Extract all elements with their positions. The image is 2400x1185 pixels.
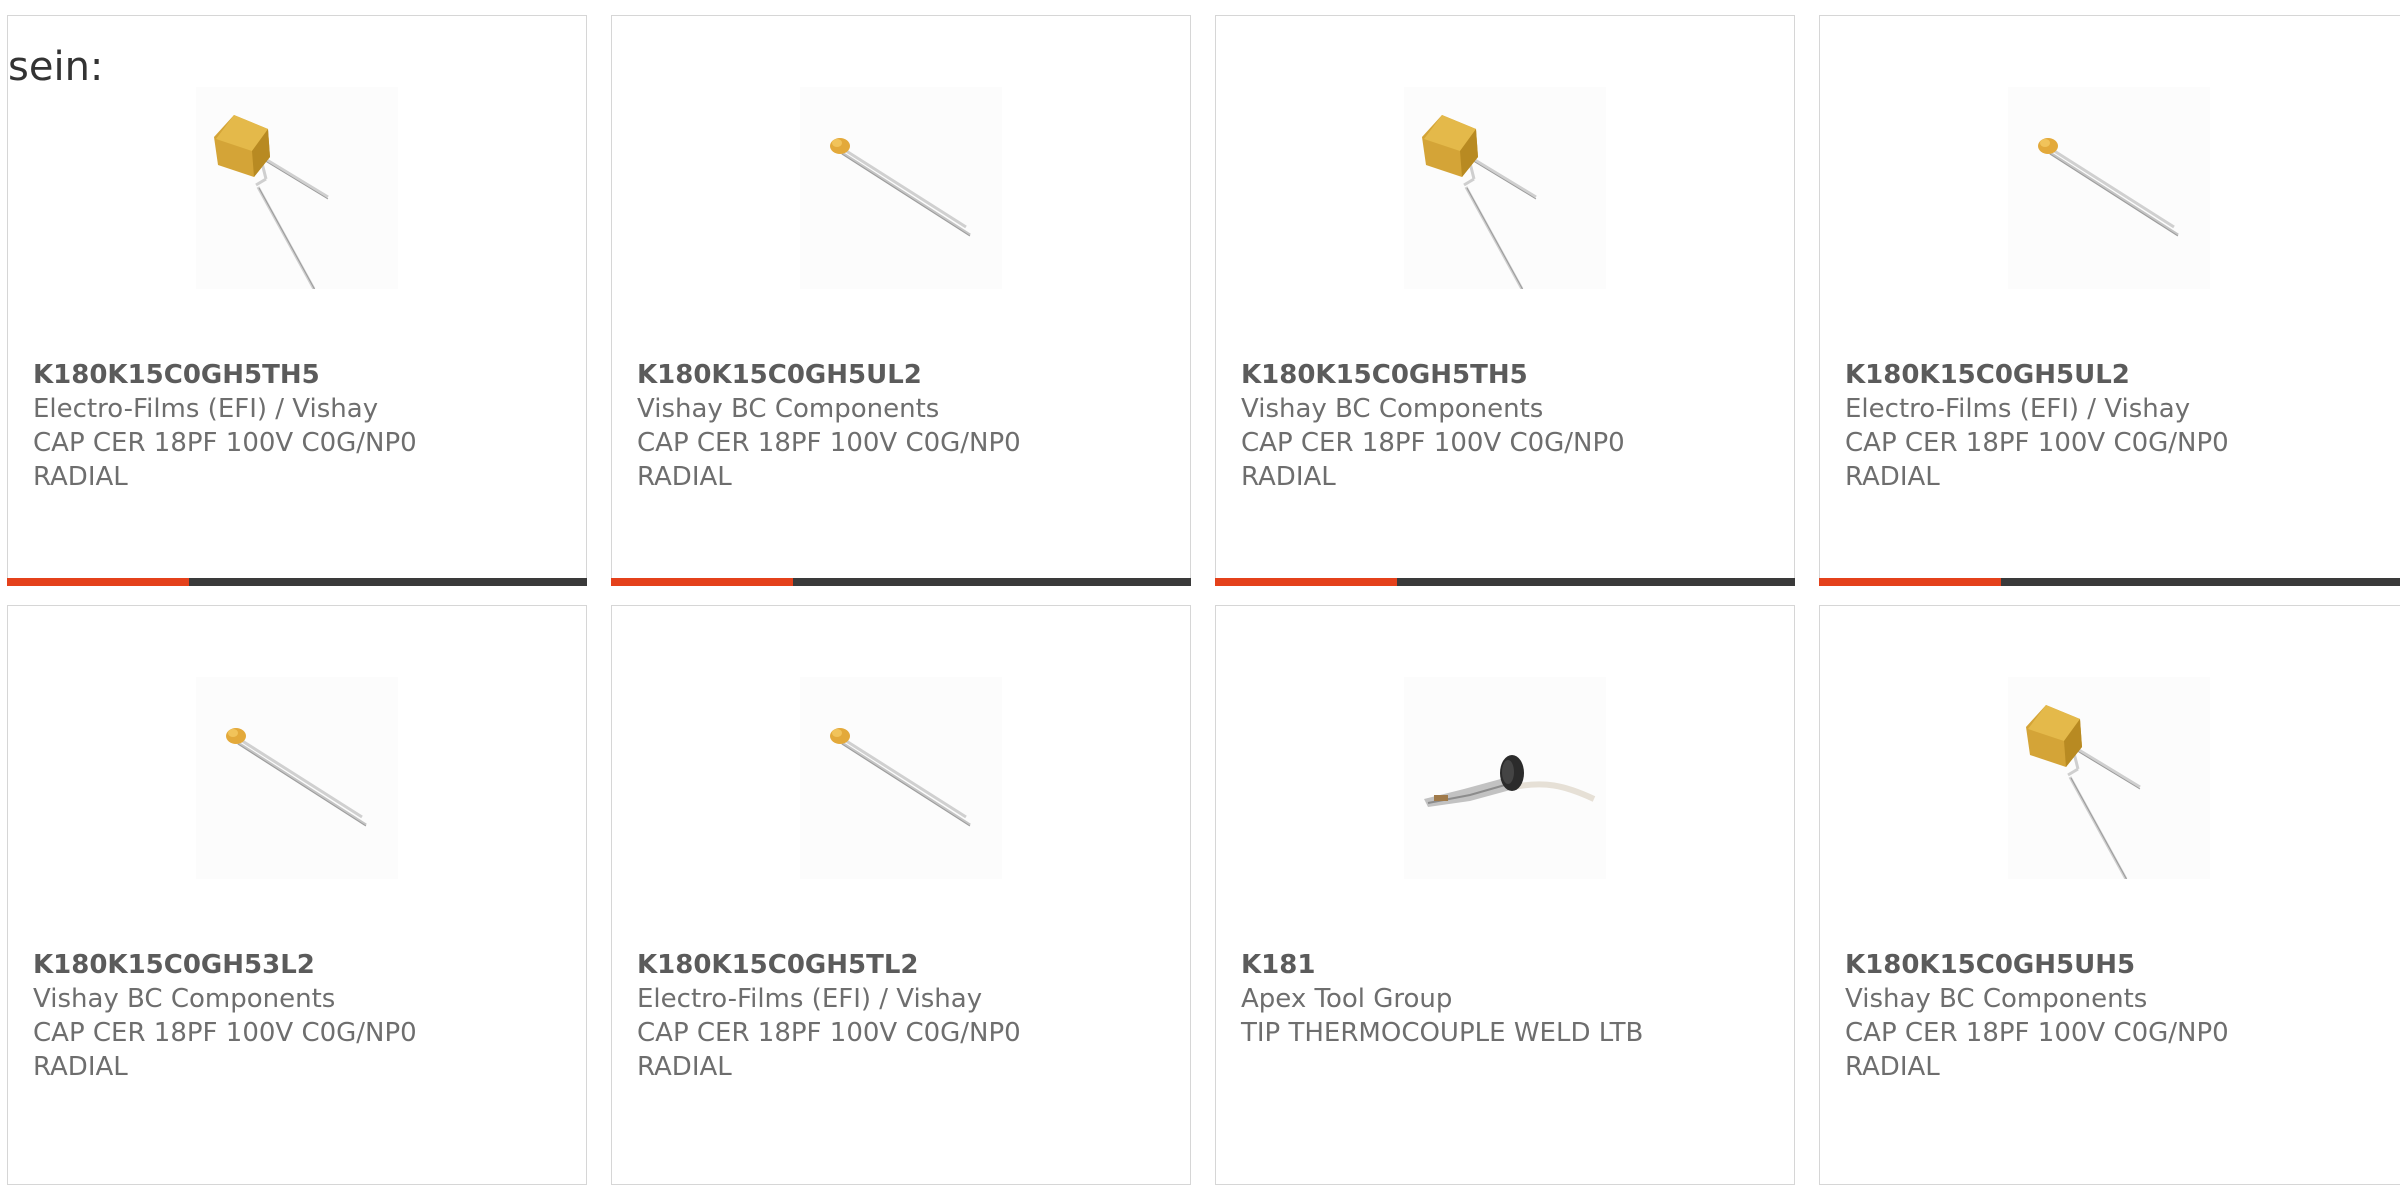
description-line2: RADIAL: [1845, 1052, 1940, 1082]
card-accent: [1215, 578, 1397, 586]
product-card[interactable]: K180K15C0GH5UL2 Electro-Films (EFI) / Vi…: [1819, 15, 2400, 586]
description-line1: CAP CER 18PF 100V C0G/NP0: [1845, 428, 2229, 458]
card-footer-bar: [611, 578, 1191, 586]
product-card[interactable]: K180K15C0GH53L2 Vishay BC Components CAP…: [7, 605, 587, 1185]
part-number[interactable]: K181: [1241, 948, 1774, 982]
product-card[interactable]: K180K15C0GH5TH5 Vishay BC Components CAP…: [1215, 15, 1795, 586]
part-number[interactable]: K180K15C0GH5TH5: [1241, 358, 1774, 392]
manufacturer: Vishay BC Components: [33, 984, 336, 1014]
description-line1: CAP CER 18PF 100V C0G/NP0: [1241, 428, 1625, 458]
box-capacitor-image[interactable]: [2008, 677, 2210, 879]
card-accent: [7, 578, 189, 586]
bead-capacitor-image[interactable]: [800, 87, 1002, 289]
description-line2: RADIAL: [1845, 462, 1940, 492]
description-line2: RADIAL: [637, 462, 732, 492]
part-number[interactable]: K180K15C0GH5UL2: [1845, 358, 2381, 392]
product-card[interactable]: K180K15C0GH5UL2 Vishay BC Components CAP…: [611, 15, 1191, 586]
manufacturer: Vishay BC Components: [1845, 984, 2148, 1014]
description-line1: CAP CER 18PF 100V C0G/NP0: [33, 428, 417, 458]
description-line1: CAP CER 18PF 100V C0G/NP0: [637, 428, 1021, 458]
product-card[interactable]: K180K15C0GH5TH5 Electro-Films (EFI) / Vi…: [7, 15, 587, 586]
bead-capacitor-image[interactable]: [800, 677, 1002, 879]
thermocouple-tip-image[interactable]: [1404, 677, 1606, 879]
bead-capacitor-image[interactable]: [196, 677, 398, 879]
description-line1: TIP THERMOCOUPLE WELD LTB: [1241, 1018, 1644, 1048]
manufacturer: Electro-Films (EFI) / Vishay: [637, 984, 983, 1014]
intro-text: sein:: [8, 44, 104, 90]
card-footer-bar: [1819, 578, 2400, 586]
bead-capacitor-image[interactable]: [2008, 87, 2210, 289]
description-line2: RADIAL: [1241, 462, 1336, 492]
card-footer-bar: [7, 578, 587, 586]
part-number[interactable]: K180K15C0GH5UL2: [637, 358, 1170, 392]
manufacturer: Apex Tool Group: [1241, 984, 1453, 1014]
description-line1: CAP CER 18PF 100V C0G/NP0: [33, 1018, 417, 1048]
part-number[interactable]: K180K15C0GH5TL2: [637, 948, 1170, 982]
description-line2: RADIAL: [33, 462, 128, 492]
part-number[interactable]: K180K15C0GH5UH5: [1845, 948, 2381, 982]
manufacturer: Vishay BC Components: [1241, 394, 1544, 424]
manufacturer: Electro-Films (EFI) / Vishay: [33, 394, 379, 424]
description-line2: RADIAL: [637, 1052, 732, 1082]
manufacturer: Vishay BC Components: [637, 394, 940, 424]
card-accent: [1819, 578, 2001, 586]
part-number[interactable]: K180K15C0GH5TH5: [33, 358, 566, 392]
description-line1: CAP CER 18PF 100V C0G/NP0: [637, 1018, 1021, 1048]
product-card[interactable]: K180K15C0GH5TL2 Electro-Films (EFI) / Vi…: [611, 605, 1191, 1185]
manufacturer: Electro-Films (EFI) / Vishay: [1845, 394, 2191, 424]
product-card[interactable]: K181 Apex Tool Group TIP THERMOCOUPLE WE…: [1215, 605, 1795, 1185]
description-line2: RADIAL: [33, 1052, 128, 1082]
part-number[interactable]: K180K15C0GH53L2: [33, 948, 566, 982]
product-card[interactable]: K180K15C0GH5UH5 Vishay BC Components CAP…: [1819, 605, 2400, 1185]
card-footer-bar: [1215, 578, 1795, 586]
description-line1: CAP CER 18PF 100V C0G/NP0: [1845, 1018, 2229, 1048]
box-capacitor-image[interactable]: [196, 87, 398, 289]
box-capacitor-image[interactable]: [1404, 87, 1606, 289]
card-accent: [611, 578, 793, 586]
